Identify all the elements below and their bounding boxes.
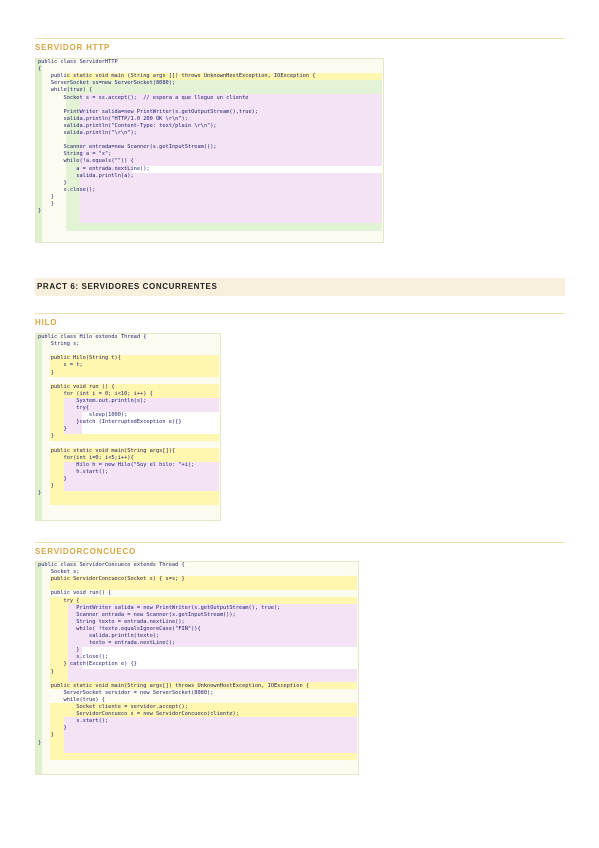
code-line: Socket cliente = servidor.accept(); [38,704,188,710]
code-line: Hilo h = new Hilo("Soy el hilo: "+i); [38,461,195,468]
code-line: { [38,66,42,73]
code-line: } [38,725,67,732]
code-line: while( !texto.equalsIgnoreCase("FIN")){ [38,625,201,632]
code-line: } [38,732,54,739]
code-block-hilo: public class Hilo extends Thread { Strin… [35,333,221,521]
section-heading-servidor-http: SERVIDOR HTTP [35,43,111,52]
code-line: public Hilo(String t){ [38,355,121,362]
code-line: } catch(Exception e) {} [38,661,137,668]
code-line: while(true) { [38,87,93,94]
code-line: } [38,490,42,497]
code-line: public void run() { [38,590,112,597]
code-line: salida.println(a); [38,172,134,179]
code-block-servidor-http: public class ServidorHTTP{ public static… [35,58,384,243]
code-line: public ServidorConcueco(Socket s) { s=s;… [38,576,185,583]
code-line: salida.println(texto); [38,633,160,639]
code-line: for(int i=0; i<5;i++){ [38,454,134,461]
code-line: public static void main (String args [])… [38,73,316,80]
section-divider [35,38,565,39]
code-line: s.close(); [38,654,109,661]
code-line: PrintWriter salida = new PrintWriter(s.g… [38,604,281,611]
code-line: } [38,426,67,433]
section-divider [35,542,565,543]
code-line: try { [38,597,80,604]
code-line: try{ [38,405,90,411]
code-line: Scanner entrada=new Scanner(s.getInputSt… [38,144,217,151]
code-line: Socket s; [38,569,80,576]
section-banner-pract6: PRACT 6: SERVIDORES CONCURRENTES [35,278,565,296]
code-line: } [38,476,67,482]
code-line: public static void main(String args[]) t… [38,682,310,689]
code-line: salida.println("\r\n"); [38,130,137,136]
code-line: ServerSocket ss=new ServerSocket(8080); [38,80,176,87]
code-line: } [38,647,80,654]
code-line: } [38,739,42,746]
section-heading-servidorconcueco: SERVIDORCONCUECO [35,547,137,556]
code-line: public void run () { [38,383,115,390]
code-line: } [38,668,54,675]
code-line: String a = "x"; [38,151,112,158]
code-line: } [38,483,54,490]
code-line: } [38,179,67,186]
code-line: for (int i = 0; i<10; i++) { [38,390,153,397]
section-heading-hilo: HILO [35,318,58,327]
code-line: PrintWriter salida=new PrintWriter(s.get… [38,108,259,115]
code-line: a = entrada.nextLine(); [38,165,150,172]
code-line: public class ServidorConcueco extends Th… [38,562,185,568]
code-line: String texto = entrada.nextLine(); [38,618,185,625]
code-line: salida.println("HTTP/1.0 200 OK \r\n"); [38,115,188,122]
code-line: while(!a.equals("")) { [38,158,134,165]
code-line: Scanner entrada = new Scanner(s.getInput… [38,611,236,618]
code-line: public class Hilo extends Thread { [38,334,147,340]
code-line: s = t; [38,362,83,369]
code-line: String s; [38,341,80,348]
code-block-servidorconcueco: public class ServidorConcueco extends Th… [35,561,359,775]
section-heading-pract6: PRACT 6: SERVIDORES CONCURRENTES [37,282,218,291]
code-line: } [38,201,54,207]
code-line: while(true) { [38,696,105,703]
code-line: h.start(); [38,468,109,475]
code-line: s.start(); [38,718,109,725]
code-line: System.out.println(s); [38,397,147,404]
code-line: salida.println("Content-Type: text/plain… [38,122,217,129]
code-line: public class ServidorHTTP [38,59,118,65]
code-line: ServerSocket servidor = new ServerSocket… [38,689,214,696]
code-line: public static void main(String args[]){ [38,447,176,454]
code-line: } [38,193,54,200]
code-line: } [38,433,54,440]
code-line: texto = entrada.nextLine(); [38,640,176,647]
section-divider [35,313,565,314]
code-line: }catch (InterruptedException e){} [38,419,182,426]
code-line: } [38,208,42,215]
code-line: ServidorConcueco s = new ServidorConcuec… [38,711,239,718]
code-line: } [38,369,54,376]
code-line: Socket s = ss.accept(); // espera a que … [38,94,249,101]
code-line: s.close(); [38,186,96,193]
code-line: sleep(1000); [38,412,128,419]
